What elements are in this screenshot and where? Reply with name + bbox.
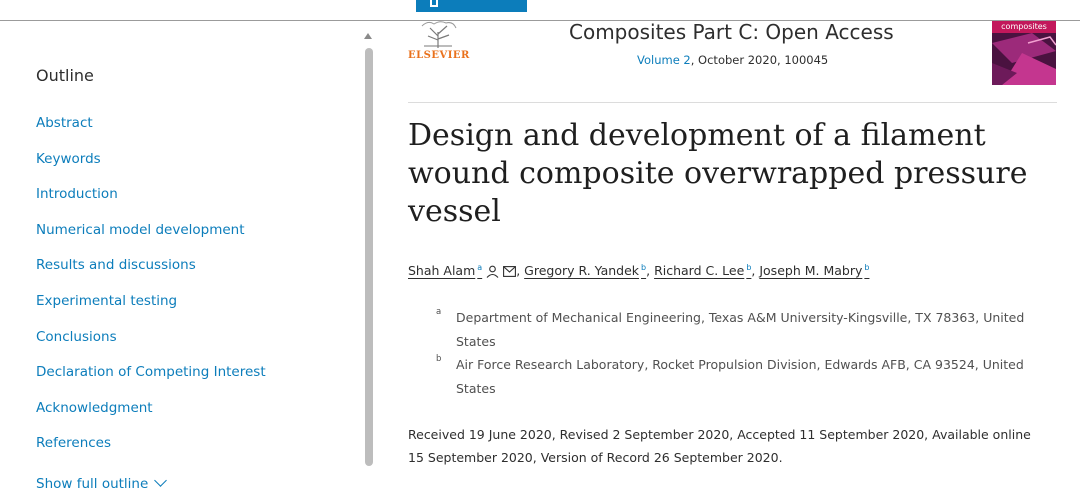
article-title: Design and development of a filament wou…	[408, 118, 1028, 229]
outline-list: Abstract Keywords Introduction Numerical…	[36, 111, 266, 467]
outline-item-declaration[interactable]: Declaration of Competing Interest	[36, 360, 266, 396]
author-affiliation-sup: a	[477, 263, 483, 272]
affiliation-item: a Department of Mechanical Engineering, …	[436, 306, 1056, 353]
download-pdf-button[interactable]	[416, 0, 527, 12]
outline-link[interactable]: Experimental testing	[36, 293, 177, 309]
cover-artwork	[992, 33, 1056, 85]
author-link[interactable]: Richard C. Lee b	[654, 263, 751, 278]
volume-link[interactable]: Volume 2	[637, 53, 691, 67]
outline-item-abstract[interactable]: Abstract	[36, 111, 266, 147]
outline-link[interactable]: References	[36, 435, 111, 451]
author-link[interactable]: Gregory R. Yandek b	[524, 263, 646, 278]
outline-item-results[interactable]: Results and discussions	[36, 253, 266, 289]
show-full-outline-label: Show full outline	[36, 476, 149, 492]
journal-cover-image[interactable]: composites	[992, 21, 1056, 85]
header-divider	[408, 102, 1057, 103]
sidebar-scrollbar[interactable]	[365, 48, 373, 466]
author-link[interactable]: Joseph M. Mabry b	[759, 263, 869, 278]
outline-item-conclusions[interactable]: Conclusions	[36, 325, 266, 361]
outline-sidebar: Outline Abstract Keywords Introduction N…	[0, 21, 360, 492]
article-history-dates: Received 19 June 2020, Revised 2 Septemb…	[408, 427, 1031, 465]
outline-link[interactable]: Acknowledgment	[36, 400, 153, 416]
outline-item-acknowledgment[interactable]: Acknowledgment	[36, 396, 266, 432]
affiliation-list: a Department of Mechanical Engineering, …	[436, 306, 1056, 400]
outline-link[interactable]: Introduction	[36, 186, 118, 202]
show-full-outline-button[interactable]: Show full outline	[36, 474, 168, 492]
publisher-name: ELSEVIER	[408, 50, 470, 61]
journal-title[interactable]: Composites Part C: Open Access	[569, 20, 894, 44]
outline-heading: Outline	[36, 66, 94, 85]
author-separator: ,	[646, 263, 655, 279]
outline-item-keywords[interactable]: Keywords	[36, 147, 266, 183]
affiliation-text: Air Force Research Laboratory, Rocket Pr…	[456, 357, 1024, 396]
author-name: Gregory R. Yandek	[524, 263, 640, 279]
elsevier-tree-icon	[421, 21, 457, 48]
email-icon	[503, 266, 517, 278]
author-name: Shah Alam	[408, 263, 476, 279]
author-name: Richard C. Lee	[654, 263, 745, 279]
outline-link[interactable]: Conclusions	[36, 329, 117, 345]
person-icon	[486, 265, 499, 279]
chevron-down-icon	[154, 474, 168, 487]
author-separator: ,	[516, 263, 525, 279]
outline-link[interactable]: Results and discussions	[36, 257, 196, 273]
pdf-icon	[430, 0, 438, 7]
affiliation-label: a	[436, 307, 442, 317]
outline-item-numerical-model[interactable]: Numerical model development	[36, 218, 266, 254]
author-list: Shah Alam a, Gregory R. Yandek b, Richard …	[408, 263, 869, 278]
outline-item-introduction[interactable]: Introduction	[36, 182, 266, 218]
affiliation-text: Department of Mechanical Engineering, Te…	[456, 310, 1025, 349]
author-affiliation-sup: b	[864, 263, 870, 272]
affiliation-item: b Air Force Research Laboratory, Rocket …	[436, 353, 1056, 400]
outline-item-references[interactable]: References	[36, 431, 266, 467]
cover-journal-label: composites	[992, 21, 1056, 33]
outline-link[interactable]: Declaration of Competing Interest	[36, 364, 266, 380]
outline-link[interactable]: Keywords	[36, 151, 101, 167]
outline-item-experimental[interactable]: Experimental testing	[36, 289, 266, 325]
author-name: Joseph M. Mabry	[759, 263, 863, 279]
outline-link[interactable]: Numerical model development	[36, 222, 245, 238]
affiliation-label: b	[436, 354, 442, 364]
journal-issue-info: Volume 2, October 2020, 100045	[637, 53, 828, 67]
outline-link[interactable]: Abstract	[36, 115, 93, 131]
author-link[interactable]: Shah Alam a	[408, 263, 517, 279]
scroll-up-arrow-icon[interactable]	[364, 33, 372, 39]
issue-details: , October 2020, 100045	[690, 53, 829, 67]
